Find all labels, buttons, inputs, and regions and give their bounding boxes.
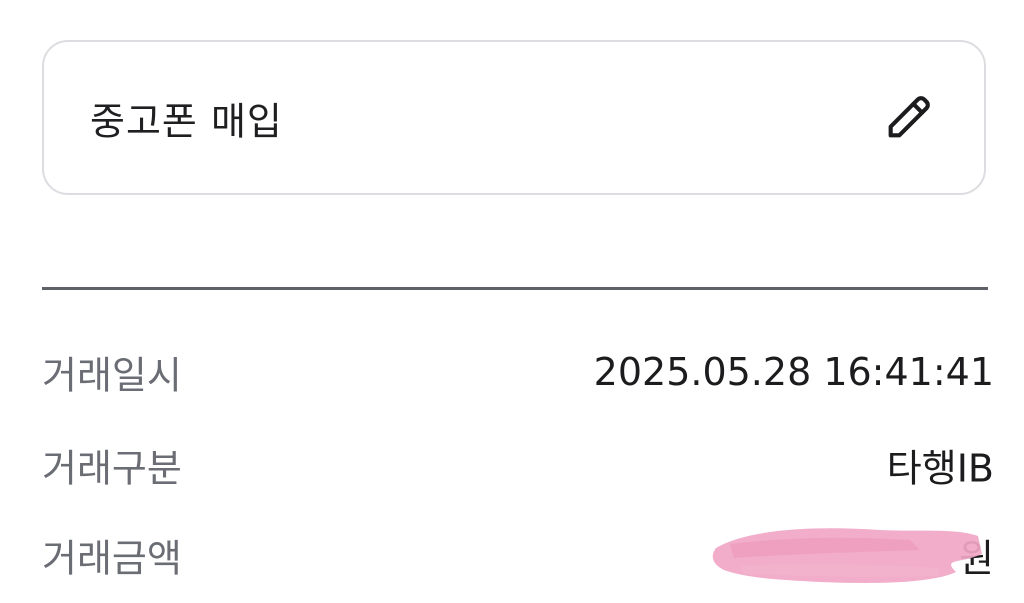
redaction-mark — [712, 528, 982, 583]
date-value: 2025.05.28 16:41:41 — [593, 350, 994, 394]
detail-row-amount: 거래금액 원 — [42, 527, 994, 583]
detail-row-type: 거래구분 타행IB — [42, 437, 994, 493]
amount-value: 원 — [712, 520, 994, 590]
memo-card: 중고폰 매입 — [42, 40, 986, 195]
pencil-icon — [888, 95, 930, 137]
edit-memo-button[interactable] — [880, 90, 936, 146]
detail-row-date: 거래일시 2025.05.28 16:41:41 — [42, 344, 994, 400]
section-divider — [42, 287, 988, 290]
amount-label: 거래금액 — [42, 536, 182, 581]
date-label: 거래일시 — [42, 353, 182, 398]
type-label: 거래구분 — [42, 446, 182, 491]
memo-text: 중고폰 매입 — [90, 99, 283, 143]
type-value: 타행IB — [886, 446, 994, 491]
